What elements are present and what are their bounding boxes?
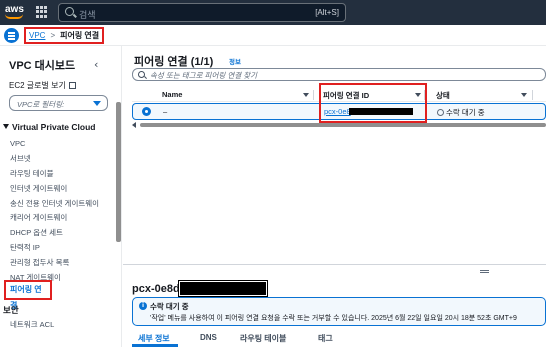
- ec2-global-view-link[interactable]: EC2 글로벌 보기: [9, 80, 76, 91]
- table-horizontal-scrollbar[interactable]: [132, 122, 546, 128]
- status-text: 수락 대기 중: [446, 108, 485, 117]
- sidebar: VPC 대시보드 ‹ EC2 글로벌 보기 VPC로 필터링: Virtual …: [0, 46, 122, 347]
- scrollbar-thumb[interactable]: [140, 123, 546, 127]
- detail-title: pcx-0e8d: [132, 283, 180, 295]
- sidebar-item-vpc[interactable]: VPC: [10, 137, 115, 152]
- info-flash-message: i 수락 대기 중 '작업' 메뉴를 사용하여 이 피어링 연결 요청을 수락 …: [132, 297, 546, 326]
- menu-icon[interactable]: [4, 28, 19, 43]
- column-divider[interactable]: [313, 90, 314, 100]
- breadcrumb-current: 피어링 연결: [60, 31, 100, 40]
- sidebar-scrollbar[interactable]: [116, 102, 121, 242]
- sidebar-items: VPC 서브넷 라우팅 테이블 인터넷 게이트웨이 송신 전용 인터넷 게이트웨…: [10, 137, 115, 286]
- breadcrumb-vpc-link[interactable]: VPC: [29, 31, 45, 40]
- tab-dns[interactable]: DNS: [200, 333, 217, 342]
- sort-icon[interactable]: [521, 93, 527, 97]
- breadcrumb: VPC > 피어링 연결: [24, 27, 105, 44]
- section-virtual-private-cloud[interactable]: Virtual Private Cloud: [3, 122, 95, 132]
- page-title-text: 피어링 연결: [134, 56, 188, 68]
- breadcrumb-separator: >: [50, 31, 56, 40]
- vpc-filter-select[interactable]: VPC로 필터링:: [9, 95, 108, 111]
- cell-status: 수락 대기 중: [437, 107, 485, 118]
- page-title: 피어링 연결 (1/1): [134, 53, 213, 69]
- cell-name: –: [163, 107, 168, 116]
- column-header-status[interactable]: 상태: [436, 90, 450, 101]
- sidebar-item-internet-gateways[interactable]: 인터넷 게이트웨이: [10, 182, 115, 197]
- search-shortcut: [Alt+S]: [315, 8, 339, 17]
- filter-placeholder: 속성 또는 태그로 피어링 연결 찾기: [150, 71, 258, 80]
- split-divider: [123, 264, 546, 265]
- section-security[interactable]: 보안: [3, 304, 19, 316]
- selection-count: (1/1): [190, 56, 214, 68]
- sidebar-item-carrier-gateways[interactable]: 캐리어 게이트웨이: [10, 211, 115, 226]
- sidebar-item-elastic-ips[interactable]: 탄력적 IP: [10, 241, 115, 256]
- tab-tags[interactable]: 태그: [318, 333, 333, 344]
- sidebar-item-route-tables[interactable]: 라우팅 테이블: [10, 167, 115, 182]
- sidebar-item-egress-only-gateways[interactable]: 송신 전용 인터넷 게이트웨이: [10, 197, 115, 212]
- pending-status-icon: [437, 109, 444, 116]
- sidebar-item-subnets[interactable]: 서브넷: [10, 152, 115, 167]
- detail-tabs: 세부 정보 DNS 라우팅 테이블 태그: [132, 333, 546, 347]
- close-sidebar-icon[interactable]: ‹: [94, 58, 98, 71]
- search-icon: [138, 71, 145, 78]
- section-title: Virtual Private Cloud: [12, 122, 96, 132]
- sidebar-item-network-acl[interactable]: 네트워크 ACL: [10, 319, 54, 330]
- row-radio-button[interactable]: [142, 107, 151, 116]
- aws-smile-icon: [5, 14, 23, 19]
- top-nav: aws 검색 [Alt+S]: [0, 0, 546, 25]
- flash-body: '작업' 메뉴를 사용하여 이 피어링 연결 요청을 수락 또는 거부할 수 있…: [150, 315, 517, 322]
- tab-details[interactable]: 세부 정보: [138, 333, 170, 344]
- column-divider[interactable]: [532, 90, 533, 100]
- search-placeholder: 검색: [79, 10, 96, 20]
- external-link-icon: [68, 82, 76, 89]
- expand-icon: [3, 124, 9, 129]
- flash-title: 수락 대기 중: [150, 302, 189, 311]
- sidebar-item-peering-connections[interactable]: 피어링 연결: [4, 280, 52, 310]
- redaction-bar: [178, 280, 268, 297]
- info-link[interactable]: 정보: [229, 56, 241, 66]
- highlight-box-peering-id: [319, 83, 427, 123]
- column-header-name[interactable]: Name: [162, 90, 182, 99]
- sidebar-item-prefix-lists[interactable]: 관리형 접두사 목록: [10, 256, 115, 271]
- ec2-global-view-label: EC2 글로벌 보기: [9, 81, 66, 90]
- breadcrumb-bar: VPC > 피어링 연결: [0, 25, 546, 46]
- sidebar-item-dhcp-options[interactable]: DHCP 옵션 세트: [10, 226, 115, 241]
- global-search-input[interactable]: 검색 [Alt+S]: [58, 3, 346, 22]
- tab-route-tables[interactable]: 라우팅 테이블: [240, 333, 286, 344]
- main-panel: 피어링 연결 (1/1) 정보 속성 또는 태그로 피어링 연결 찾기 Name…: [123, 46, 546, 347]
- filter-search-input[interactable]: 속성 또는 태그로 피어링 연결 찾기: [132, 68, 546, 81]
- aws-logo[interactable]: aws: [5, 4, 25, 20]
- search-icon: [65, 7, 74, 16]
- sidebar-title: VPC 대시보드: [9, 60, 76, 72]
- services-grid-icon[interactable]: [36, 6, 48, 18]
- sort-icon[interactable]: [303, 93, 309, 97]
- vpc-filter-placeholder: VPC로 필터링:: [17, 100, 65, 109]
- resize-handle-icon[interactable]: [480, 270, 489, 273]
- scroll-left-icon[interactable]: [132, 122, 136, 128]
- caret-down-icon: [93, 101, 101, 106]
- section-security-title: 보안: [3, 305, 19, 315]
- info-icon: i: [139, 302, 147, 310]
